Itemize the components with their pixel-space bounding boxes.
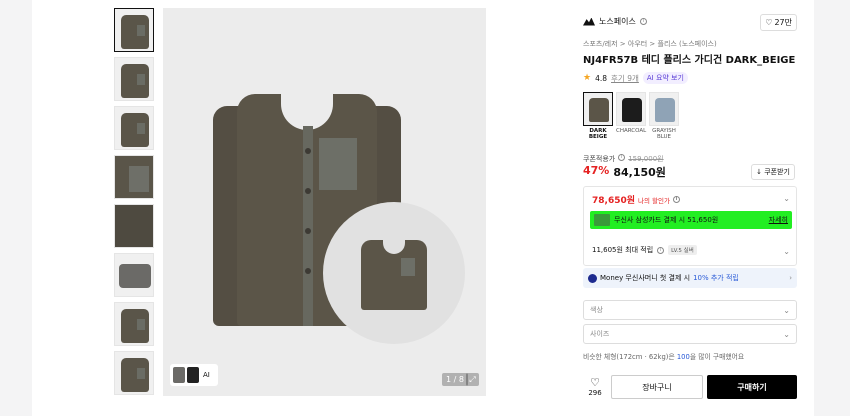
chevron-down-icon: ⌄ xyxy=(783,305,790,315)
color-options: DARK BEIGE CHARCOAL GRAYISH BLUE xyxy=(583,92,679,140)
thumbnail-4[interactable] xyxy=(114,155,154,199)
chevron-down-icon[interactable]: ⌄ xyxy=(783,194,790,203)
color-name: CHARCOAL xyxy=(616,128,647,134)
card-icon xyxy=(594,214,610,226)
money-highlight: 10% 추가 적립 xyxy=(693,274,739,282)
wishlist-count: 296 xyxy=(588,389,602,397)
info-icon[interactable]: i xyxy=(672,196,680,203)
heart-icon: ♡ xyxy=(590,376,600,389)
thumbnail-8[interactable] xyxy=(114,351,154,395)
size-recommendation-note: 비슷한 체형(172cm · 62kg)은 100을 많이 구매했어요 xyxy=(583,351,744,361)
color-option-dark-beige[interactable]: DARK BEIGE xyxy=(583,92,613,140)
brand-like-count: 27만 xyxy=(774,18,792,27)
download-icon: ↓ xyxy=(756,168,762,176)
ai-fitting-chip[interactable]: AI xyxy=(170,364,218,386)
buy-button[interactable]: 구매하기 xyxy=(707,375,797,399)
money-text: Money 무신사머니 첫 결제 시 xyxy=(600,274,691,282)
review-link[interactable]: 후기 9개 xyxy=(611,73,639,84)
coupon-price-label: 쿠폰적용가 i 159,000원 xyxy=(583,154,664,164)
thumbnail-3[interactable] xyxy=(114,106,154,150)
thumbnail-list xyxy=(114,8,156,400)
my-price[interactable]: 78,650원 나의 할인가 i xyxy=(592,193,680,206)
info-icon[interactable]: i xyxy=(618,154,626,161)
brand-like-button[interactable]: ♡ 27만 xyxy=(760,14,797,31)
product-title: NJ4FR57B 테디 플리스 가디건 DARK_BEIGE xyxy=(583,55,796,66)
info-icon[interactable]: i xyxy=(657,246,665,254)
rating-value: 4.8 xyxy=(595,73,608,83)
color-name: GRAYISH BLUE xyxy=(652,128,676,140)
color-name: DARK BEIGE xyxy=(588,128,608,140)
brand-name[interactable]: 노스페이스 xyxy=(599,16,636,27)
thumbnail-6[interactable] xyxy=(114,253,154,297)
money-logo-icon xyxy=(588,273,597,283)
chevron-down-icon[interactable]: ⌄ xyxy=(783,247,790,256)
card-promo-text: 무신사 삼성카드 결제 시 51,650원 xyxy=(614,216,719,224)
note-highlight: 100 xyxy=(676,353,690,361)
chevron-right-icon: › xyxy=(789,274,792,282)
action-bar: ♡ 296 장바구니 구매하기 xyxy=(583,374,797,400)
note-prefix: 비슷한 체형(172cm · 62kg)은 xyxy=(583,353,677,361)
breadcrumb[interactable]: 스포츠/레저 > 아우터 > 플리스 (노스페이스) xyxy=(583,39,717,49)
card-promo-more-link[interactable]: 자세히 xyxy=(769,215,788,225)
coupon-button-label: 쿠폰받기 xyxy=(764,168,790,176)
chevron-down-icon: ⌄ xyxy=(783,329,790,339)
note-suffix: 을 많이 구매했어요 xyxy=(689,353,745,361)
color-option-charcoal[interactable]: CHARCOAL xyxy=(616,92,646,140)
final-price: 84,150원 xyxy=(613,166,666,179)
price-label-text: 쿠폰적용가 xyxy=(583,155,616,163)
color-option-grayish-blue[interactable]: GRAYISH BLUE xyxy=(649,92,679,140)
discount-rate: 47% xyxy=(583,164,610,177)
color-select-placeholder: 색상 xyxy=(590,306,603,314)
my-price-label: 나의 할인가 xyxy=(638,196,670,205)
product-info-panel: 노스페이스 i ♡ 27만 스포츠/레저 > 아우터 > 플리스 (노스페이스)… xyxy=(575,8,805,416)
size-select[interactable]: 사이즈 ⌄ xyxy=(583,324,797,344)
ai-summary-button[interactable]: AI 요약 보기 xyxy=(642,72,688,84)
my-price-value: 78,650원 xyxy=(592,196,636,206)
heart-icon: ♡ xyxy=(765,18,773,27)
ai-label: AI xyxy=(203,371,210,379)
color-select[interactable]: 색상 ⌄ xyxy=(583,300,797,320)
info-icon[interactable]: i xyxy=(639,18,647,25)
brand-logo-icon xyxy=(583,17,595,26)
thumbnail-7[interactable] xyxy=(114,302,154,346)
main-product-image[interactable] xyxy=(163,8,486,396)
coupon-button[interactable]: ↓ 쿠폰받기 xyxy=(751,164,795,180)
brand-row[interactable]: 노스페이스 i xyxy=(583,16,647,27)
size-select-placeholder: 사이즈 xyxy=(590,330,610,338)
thumbnail-5[interactable] xyxy=(114,204,154,248)
detail-zoom-circle xyxy=(323,202,465,344)
card-promo-banner[interactable]: 무신사 삼성카드 결제 시 51,650원 자세히 xyxy=(590,211,792,229)
points-row[interactable]: 11,605원 최대 적립 i LV.5 실버 xyxy=(592,245,697,255)
star-icon: ★ xyxy=(583,73,592,83)
benefit-box: 78,650원 나의 할인가 i ⌄ 무신사 삼성카드 결제 시 51,650원… xyxy=(583,186,797,266)
expand-icon[interactable]: ⤢ xyxy=(466,373,479,386)
image-counter: 1 / 8 xyxy=(442,373,468,386)
price-row: 47% 84,150원 xyxy=(583,164,666,180)
cart-button[interactable]: 장바구니 xyxy=(611,375,703,399)
rating-row: ★ 4.8 후기 9개 AI 요약 보기 xyxy=(583,72,688,84)
musinsa-money-banner[interactable]: Money 무신사머니 첫 결제 시 10% 추가 적립 › xyxy=(583,268,797,288)
thumbnail-2[interactable] xyxy=(114,57,154,101)
wishlist-button[interactable]: ♡ 296 xyxy=(583,376,607,398)
thumbnail-1[interactable] xyxy=(114,8,154,52)
original-price: 159,000원 xyxy=(628,155,664,163)
points-text: 11,605원 최대 적립 xyxy=(592,246,654,254)
level-badge: LV.5 실버 xyxy=(668,245,697,255)
